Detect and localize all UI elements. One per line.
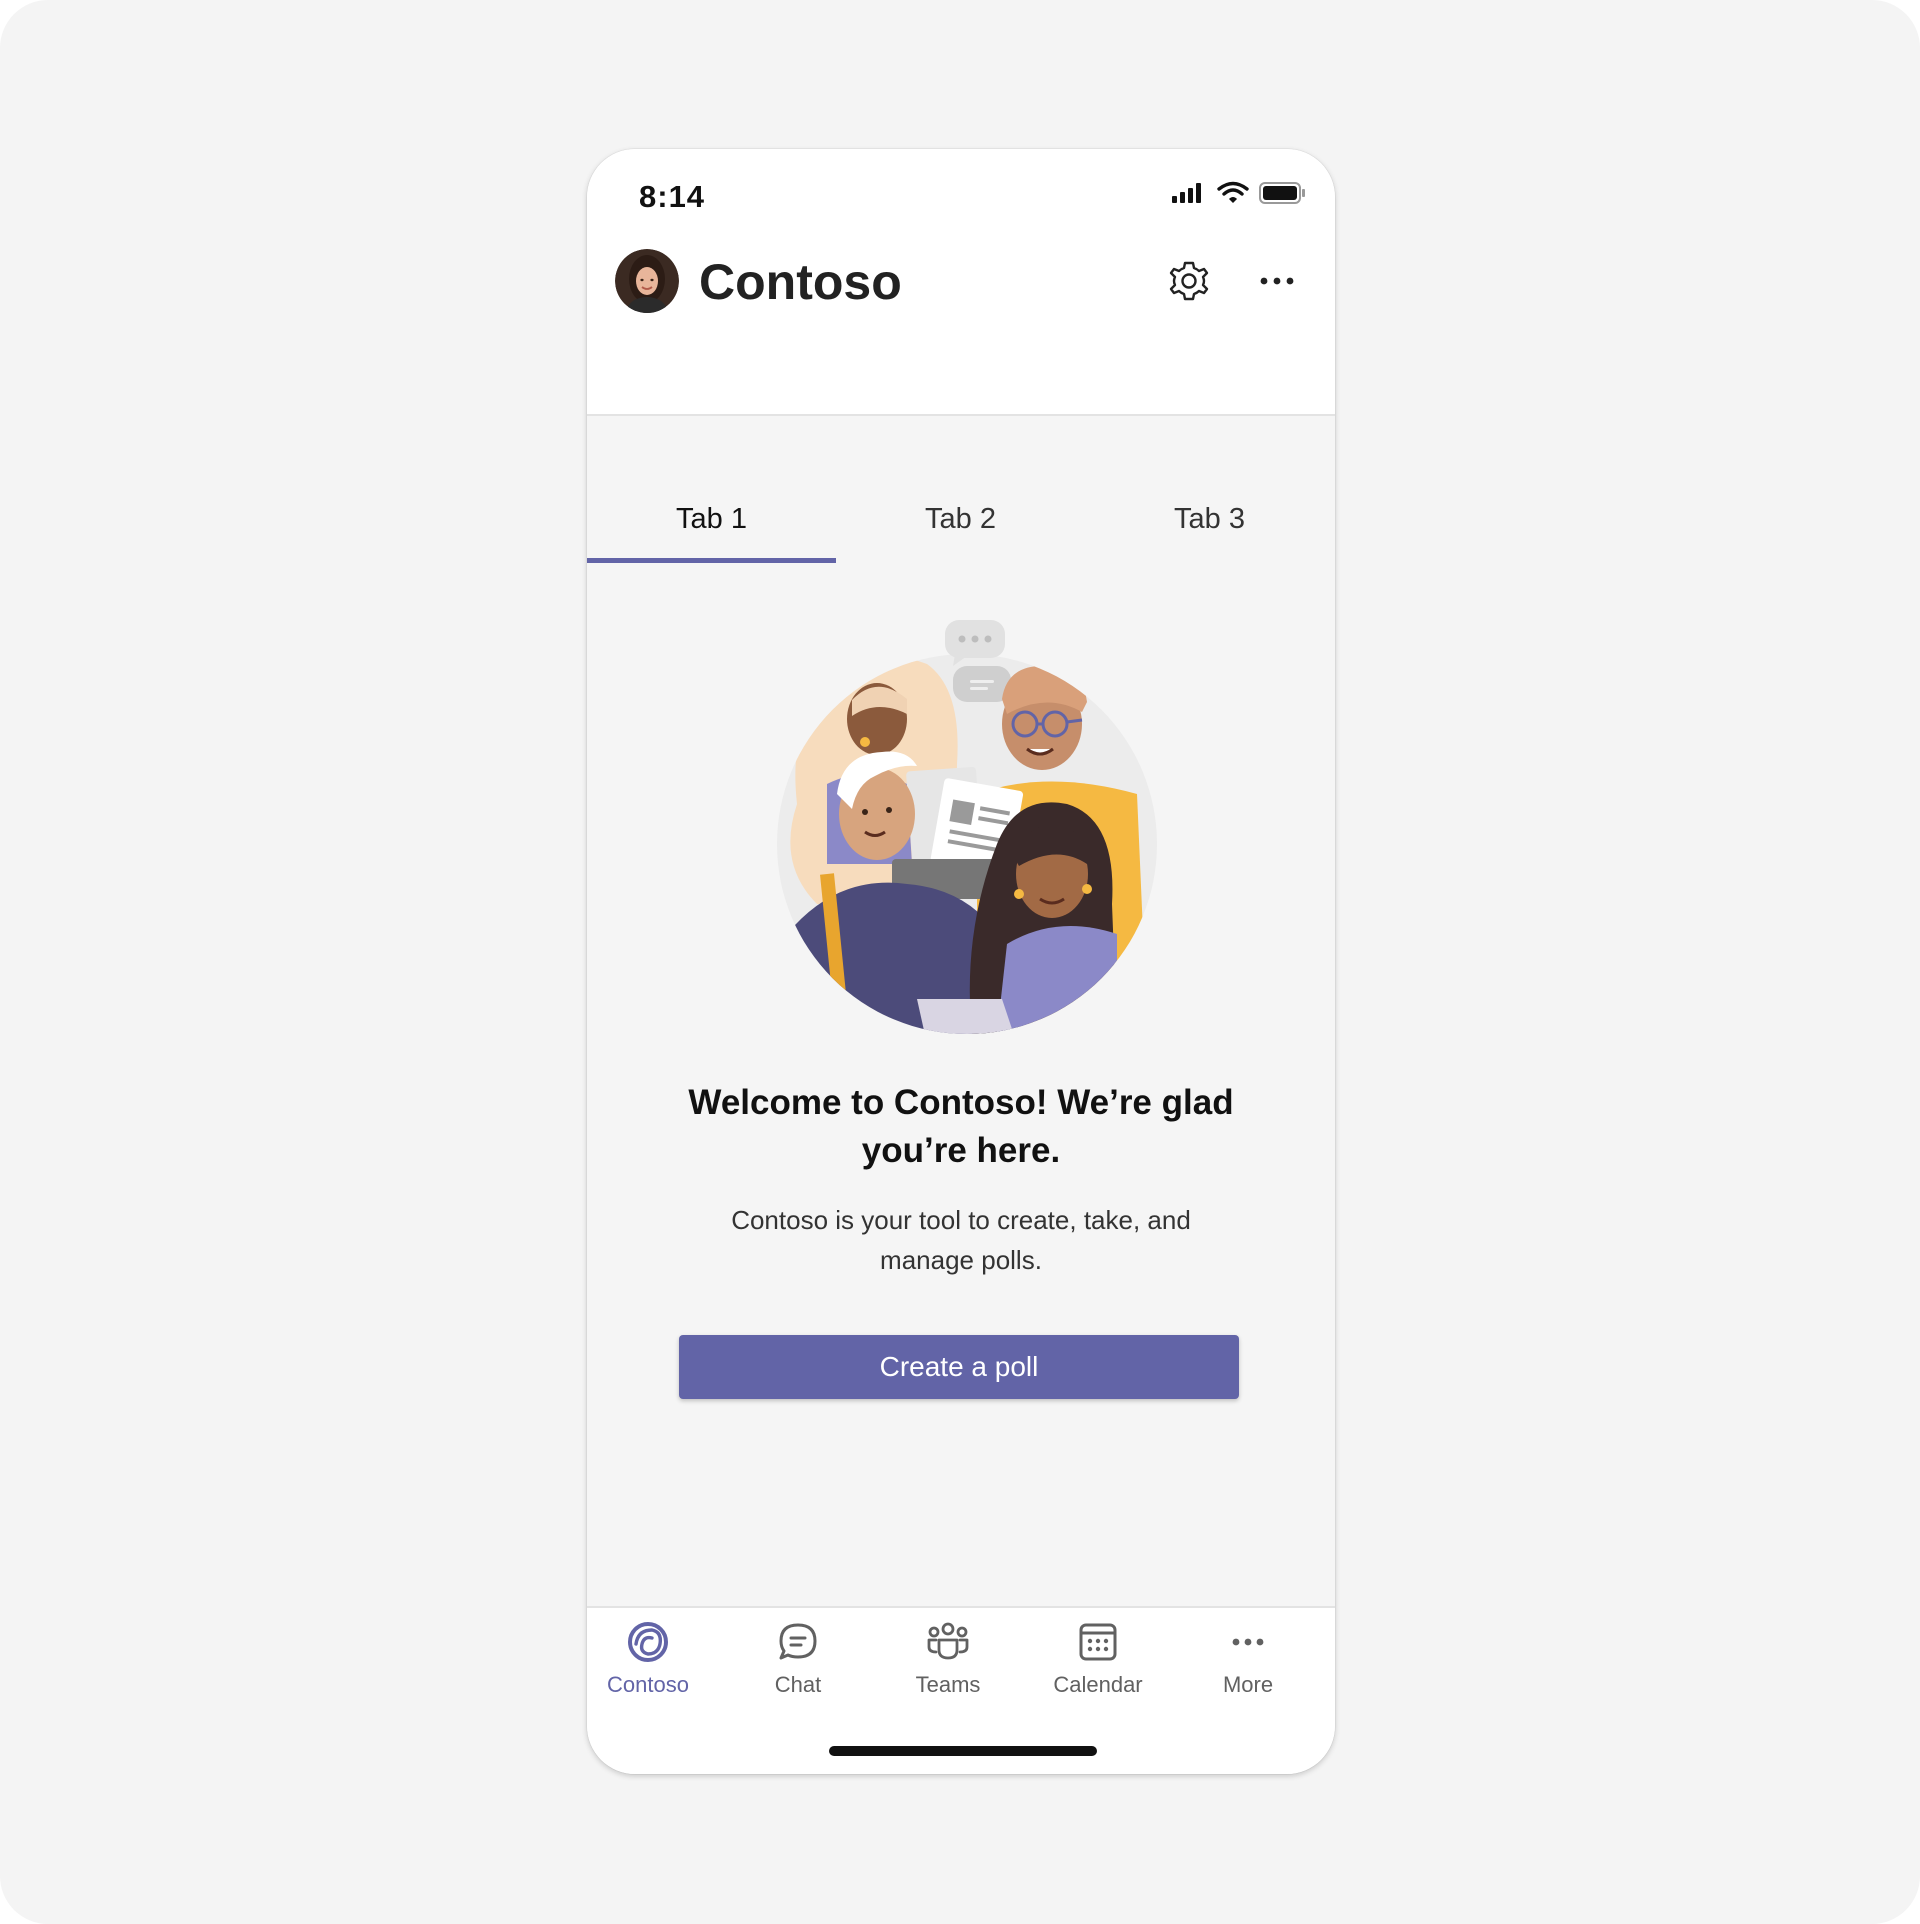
- app-header: 8:14 Contoso: [587, 149, 1335, 416]
- status-time: 8:14: [639, 179, 706, 214]
- nav-label: Contoso: [607, 1672, 689, 1697]
- tab-1[interactable]: Tab 1: [587, 479, 836, 563]
- tab-bar: Tab 1 Tab 2 Tab 3: [587, 479, 1335, 563]
- tab-2[interactable]: Tab 2: [836, 479, 1085, 559]
- wifi-icon: [1217, 181, 1249, 203]
- phone-frame: 8:14 Contoso Tab 1 Tab 2 Tab 3 Welcome t…: [587, 149, 1335, 1774]
- nav-item-more[interactable]: More: [1173, 1620, 1323, 1710]
- nav-item-contoso[interactable]: Contoso: [587, 1620, 723, 1710]
- nav-item-teams[interactable]: Teams: [873, 1620, 1023, 1710]
- page-title: Contoso: [699, 254, 902, 310]
- nav-item-chat[interactable]: Chat: [723, 1620, 873, 1710]
- contoso-app-icon: [628, 1622, 668, 1662]
- page-background: 8:14 Contoso Tab 1 Tab 2 Tab 3 Welcome t…: [0, 0, 1920, 1924]
- home-indicator: [829, 1746, 1097, 1756]
- status-icons: [1171, 181, 1307, 205]
- welcome-illustration: [777, 620, 1157, 1034]
- tab-label: Tab 3: [1174, 502, 1245, 535]
- battery-icon: [1259, 182, 1305, 204]
- welcome-description: Contoso is your tool to create, take, an…: [731, 1205, 1191, 1275]
- calendar-icon: [1079, 1623, 1117, 1661]
- more-options-icon[interactable]: [1257, 264, 1297, 298]
- tab-label: Tab 2: [925, 502, 996, 535]
- avatar[interactable]: [615, 249, 679, 313]
- gear-icon[interactable]: [1167, 259, 1211, 303]
- chat-icon: [779, 1623, 817, 1660]
- nav-label: Calendar: [1053, 1672, 1143, 1697]
- teams-icon: [927, 1622, 969, 1660]
- avatar-photo: [615, 249, 679, 313]
- create-poll-button[interactable]: Create a poll: [679, 1335, 1239, 1399]
- more-horizontal-icon: [1232, 1638, 1264, 1646]
- tab-label: Tab 1: [676, 502, 747, 535]
- nav-label: Teams: [915, 1672, 981, 1697]
- nav-label: Chat: [774, 1672, 822, 1697]
- nav-label: More: [1222, 1672, 1274, 1697]
- tab-3[interactable]: Tab 3: [1085, 479, 1334, 559]
- cellular-signal-icon: [1172, 183, 1201, 203]
- welcome-heading: Welcome to Contoso! We’re glad you’re he…: [688, 1083, 1234, 1170]
- nav-item-calendar[interactable]: Calendar: [1023, 1620, 1173, 1710]
